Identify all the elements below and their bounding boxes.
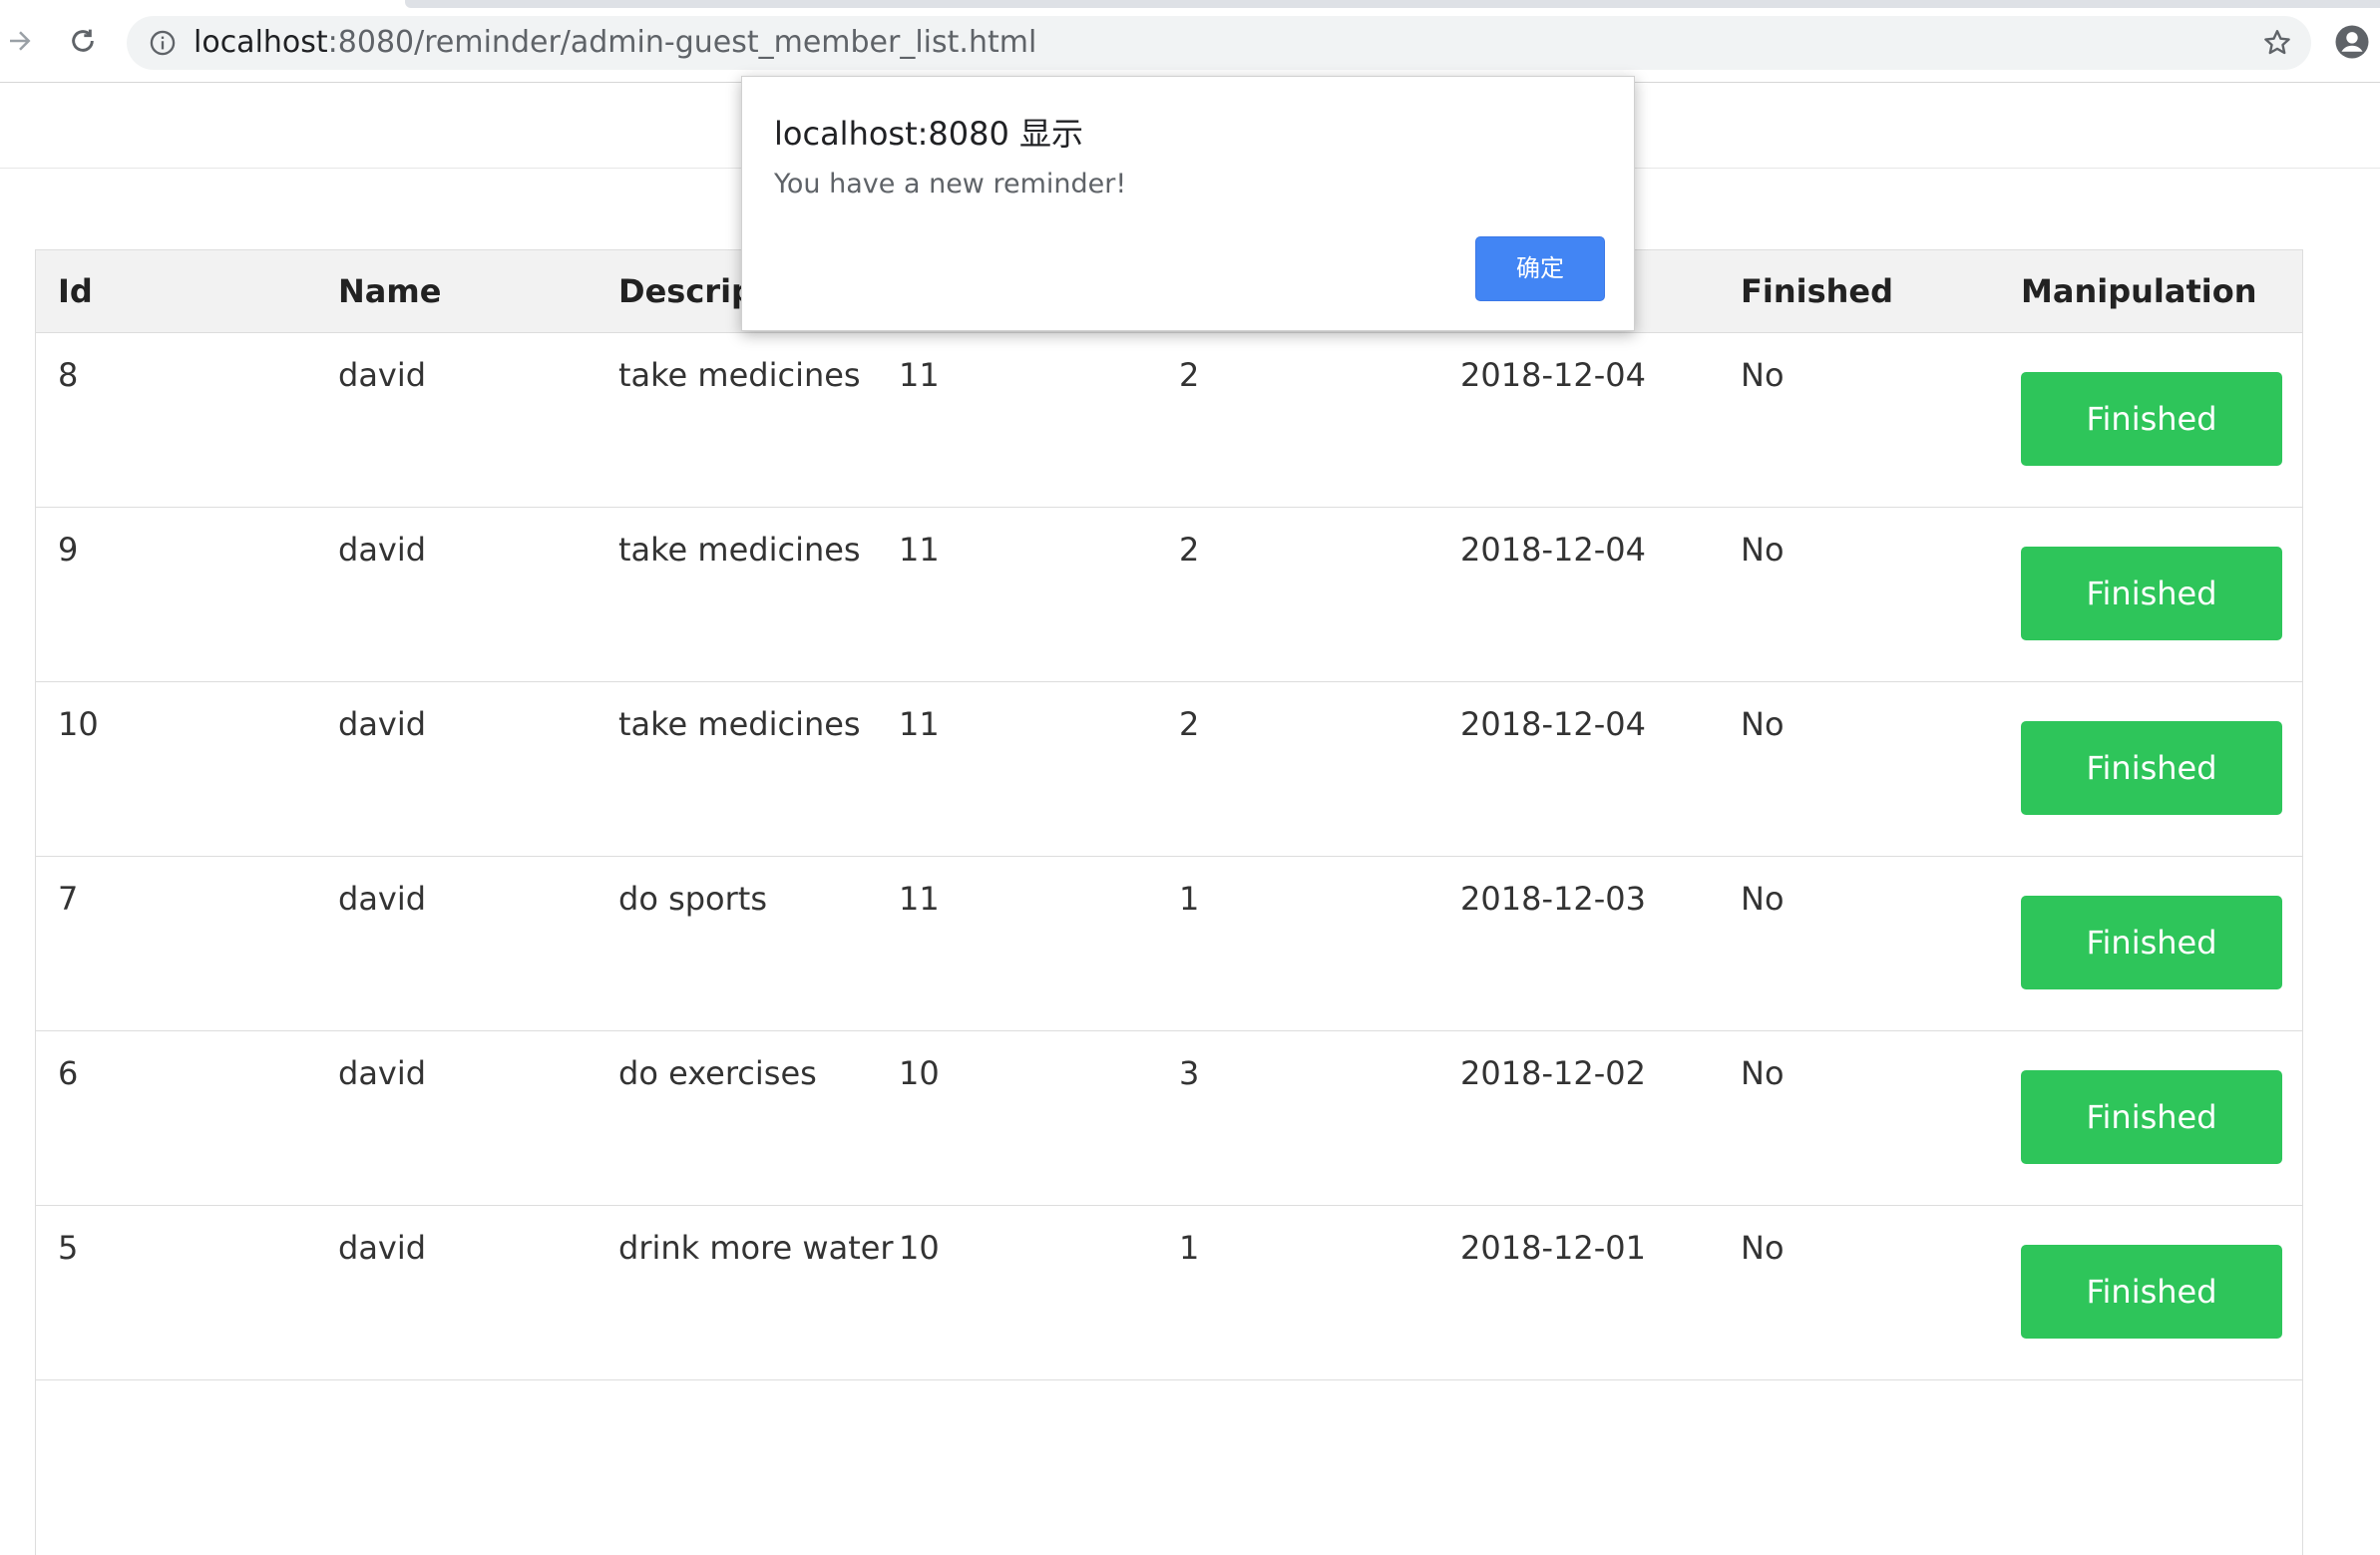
cell-id: 7	[58, 880, 79, 918]
table-row: 6 david do exercises 10 3 2018-12-02 No …	[36, 1031, 2302, 1206]
cell-col4: 11	[899, 356, 940, 394]
cell-id: 5	[58, 1229, 79, 1267]
cell-description: take medicines	[618, 705, 861, 743]
cell-id: 10	[58, 705, 99, 743]
cell-finished: No	[1741, 880, 1785, 918]
dialog-ok-button[interactable]: 确定	[1475, 236, 1605, 301]
cell-col4: 11	[899, 705, 940, 743]
cell-name: david	[338, 531, 427, 569]
cell-date: 2018-12-04	[1460, 356, 1646, 394]
table-row: 10 david take medicines 11 2 2018-12-04 …	[36, 682, 2302, 857]
reload-icon[interactable]	[65, 23, 101, 59]
finished-button[interactable]: Finished	[2021, 1245, 2282, 1339]
url-host: localhost	[194, 25, 328, 60]
cell-description: do exercises	[618, 1054, 817, 1092]
cell-finished: No	[1741, 1229, 1785, 1267]
info-icon[interactable]	[149, 29, 177, 57]
header-id: Id	[58, 272, 93, 310]
cell-finished: No	[1741, 705, 1785, 743]
cell-col5: 1	[1179, 1229, 1200, 1267]
cell-name: david	[338, 356, 427, 394]
cell-finished: No	[1741, 1054, 1785, 1092]
cell-name: david	[338, 1054, 427, 1092]
table-row: 5 david drink more water 10 1 2018-12-01…	[36, 1206, 2302, 1380]
cell-id: 9	[58, 531, 79, 569]
finished-button[interactable]: Finished	[2021, 547, 2282, 640]
profile-avatar-icon[interactable]	[2334, 24, 2370, 60]
table-row-partial	[36, 1380, 2302, 1555]
header-manipulation: Manipulation	[2021, 272, 2257, 310]
cell-name: david	[338, 880, 427, 918]
cell-col5: 3	[1179, 1054, 1200, 1092]
finished-button[interactable]: Finished	[2021, 372, 2282, 466]
alert-dialog: localhost:8080 显示 You have a new reminde…	[741, 76, 1635, 331]
browser-toolbar: localhost:8080/reminder/admin-guest_memb…	[0, 0, 2380, 83]
header-finished: Finished	[1741, 272, 1894, 310]
table-row: 8 david take medicines 11 2 2018-12-04 N…	[36, 333, 2302, 508]
cell-col4: 10	[899, 1229, 940, 1267]
cell-date: 2018-12-01	[1460, 1229, 1646, 1267]
cell-name: david	[338, 1229, 427, 1267]
cell-name: david	[338, 705, 427, 743]
cell-date: 2018-12-02	[1460, 1054, 1646, 1092]
url-text[interactable]: localhost:8080/reminder/admin-guest_memb…	[194, 26, 1036, 60]
cell-description: drink more water	[618, 1229, 894, 1267]
address-bar[interactable]: localhost:8080/reminder/admin-guest_memb…	[127, 16, 2311, 70]
star-icon[interactable]	[2261, 27, 2293, 59]
cell-description: do sports	[618, 880, 767, 918]
cell-id: 8	[58, 356, 79, 394]
cell-date: 2018-12-04	[1460, 531, 1646, 569]
table-row: 7 david do sports 11 1 2018-12-03 No Fin…	[36, 857, 2302, 1031]
forward-arrow-icon[interactable]	[2, 23, 38, 59]
cell-id: 6	[58, 1054, 79, 1092]
cell-col5: 2	[1179, 705, 1200, 743]
url-path: :8080/reminder/admin-guest_member_list.h…	[327, 25, 1037, 60]
finished-button[interactable]: Finished	[2021, 1070, 2282, 1164]
dialog-message: You have a new reminder!	[774, 169, 1127, 199]
cell-col5: 2	[1179, 531, 1200, 569]
cell-col4: 10	[899, 1054, 940, 1092]
finished-button[interactable]: Finished	[2021, 721, 2282, 815]
cell-finished: No	[1741, 356, 1785, 394]
cell-date: 2018-12-03	[1460, 880, 1646, 918]
tab-strip	[405, 0, 2380, 8]
dialog-title: localhost:8080 显示	[774, 115, 1084, 153]
cell-description: take medicines	[618, 531, 861, 569]
cell-col4: 11	[899, 531, 940, 569]
cell-date: 2018-12-04	[1460, 705, 1646, 743]
cell-description: take medicines	[618, 356, 861, 394]
cell-finished: No	[1741, 531, 1785, 569]
header-name: Name	[338, 272, 442, 310]
cell-col5: 1	[1179, 880, 1200, 918]
cell-col5: 2	[1179, 356, 1200, 394]
reminder-table: Id Name Descripti Finished Manipulation …	[35, 249, 2303, 1555]
table-row: 9 david take medicines 11 2 2018-12-04 N…	[36, 508, 2302, 682]
cell-col4: 11	[899, 880, 940, 918]
finished-button[interactable]: Finished	[2021, 896, 2282, 989]
